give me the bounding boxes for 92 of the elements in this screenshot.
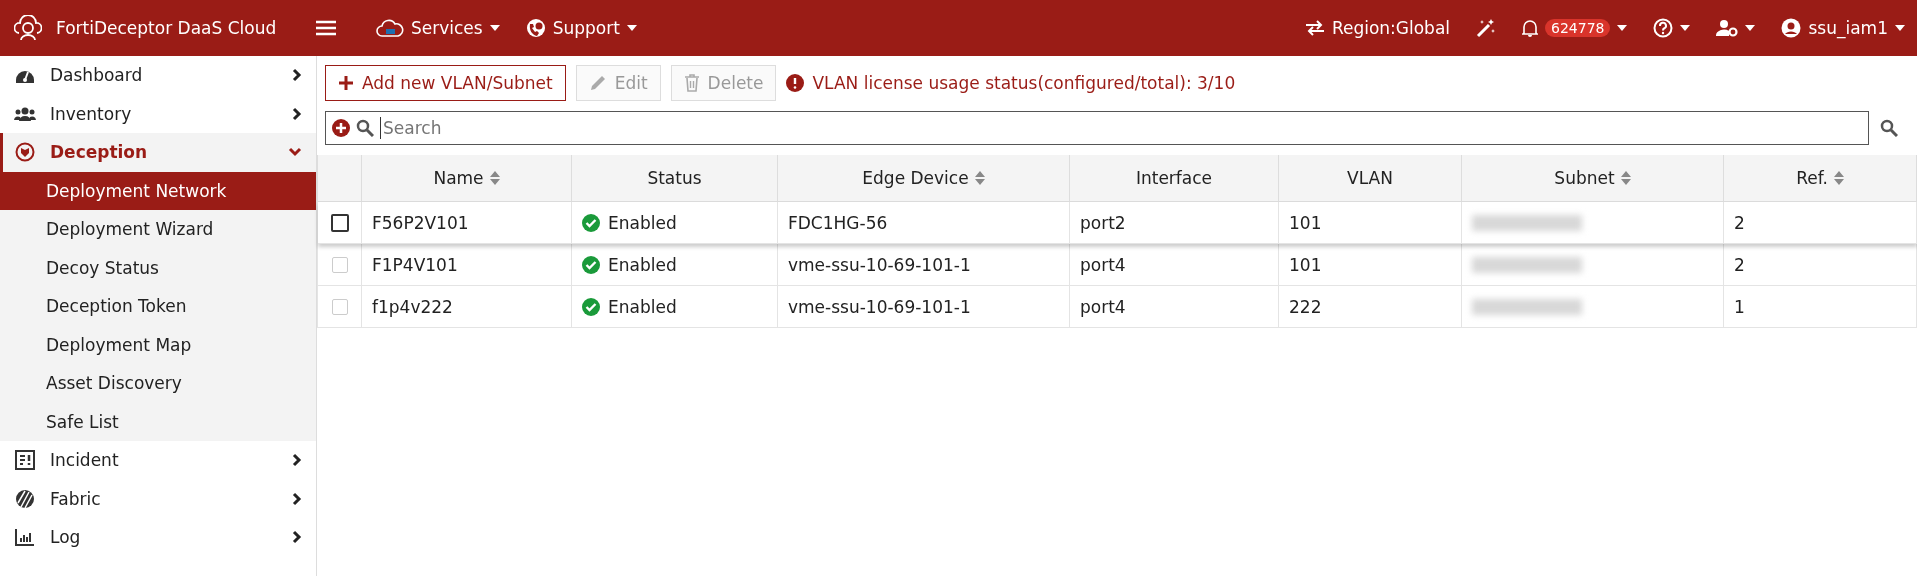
nav-menu[interactable]: Support bbox=[525, 18, 637, 38]
add-filter-icon[interactable] bbox=[332, 119, 350, 137]
plus-icon bbox=[338, 75, 354, 91]
striped-circle-icon bbox=[15, 488, 35, 509]
status-text: Enabled bbox=[608, 254, 677, 275]
sidebar-subitem[interactable]: Safe List bbox=[0, 402, 316, 441]
sort-icon[interactable] bbox=[974, 170, 985, 186]
table-cell: port4 bbox=[1080, 296, 1126, 317]
sidebar-subitem[interactable]: Deployment Map bbox=[0, 325, 316, 364]
column-header[interactable]: Subnet bbox=[1554, 168, 1615, 188]
table-cell: FDC1HG-56 bbox=[788, 212, 888, 233]
table-cell: vme-ssu-10-69-101-1 bbox=[788, 296, 971, 317]
users-icon bbox=[14, 105, 36, 122]
status-text: Enabled bbox=[608, 212, 677, 233]
table-cell: 2 bbox=[1734, 254, 1745, 275]
chevron-right-icon bbox=[292, 453, 302, 468]
column-header[interactable]: Status bbox=[647, 168, 702, 188]
sidebar-subitem[interactable]: Decoy Status bbox=[0, 248, 316, 287]
cloud-icon bbox=[376, 19, 404, 37]
caret-icon bbox=[1895, 25, 1905, 31]
sidebar-subitem[interactable]: Asset Discovery bbox=[0, 364, 316, 403]
mascot-cloud-icon bbox=[14, 15, 42, 41]
chevron-right-icon bbox=[292, 68, 302, 83]
menu-icon[interactable] bbox=[316, 20, 336, 36]
column-header[interactable]: Name bbox=[433, 168, 484, 188]
table-cell: 1 bbox=[1734, 296, 1745, 317]
caret-icon bbox=[1617, 25, 1628, 31]
check-circle-icon bbox=[582, 255, 600, 274]
bar-chart-icon bbox=[15, 528, 35, 547]
help-icon bbox=[1653, 18, 1674, 38]
table-cell: 101 bbox=[1289, 212, 1322, 233]
trash-icon bbox=[683, 74, 700, 92]
sidebar-subitem[interactable]: Deployment Network bbox=[0, 171, 316, 210]
column-header[interactable]: Edge Device bbox=[862, 168, 969, 188]
sidebar-item[interactable]: Deception bbox=[0, 133, 316, 172]
sidebar-item[interactable]: Inventory bbox=[0, 94, 316, 133]
sidebar-item[interactable]: Fabric bbox=[0, 479, 316, 518]
sidebar-subitem[interactable]: Deception Token bbox=[0, 287, 316, 326]
admin-menu[interactable] bbox=[1716, 19, 1756, 37]
search-icon bbox=[356, 119, 374, 137]
sort-icon[interactable] bbox=[1833, 170, 1844, 186]
alert-icon bbox=[786, 74, 805, 92]
check-circle-icon bbox=[582, 213, 600, 232]
table-cell: f1p4v222 bbox=[372, 296, 453, 317]
sidebar-item[interactable]: Log bbox=[0, 518, 316, 557]
sort-icon[interactable] bbox=[489, 170, 500, 186]
table-cell: vme-ssu-10-69-101-1 bbox=[788, 254, 971, 275]
sidebar-item[interactable]: Incident bbox=[0, 441, 316, 480]
swap-arrows-icon bbox=[1304, 20, 1325, 36]
caret-icon bbox=[1745, 25, 1756, 31]
nav-menu[interactable]: Services bbox=[376, 18, 500, 38]
region-link[interactable]: Region:Global bbox=[1304, 18, 1451, 38]
alert-list-icon bbox=[15, 450, 35, 471]
table-cell: F1P4V101 bbox=[372, 254, 458, 275]
notification-count: 624778 bbox=[1545, 19, 1611, 37]
help-menu[interactable] bbox=[1653, 18, 1691, 38]
sidebar-item[interactable]: Dashboard bbox=[0, 56, 316, 95]
support-icon bbox=[525, 18, 546, 38]
column-header[interactable]: Interface bbox=[1135, 168, 1213, 188]
app-title: FortiDeceptor DaaS Cloud bbox=[56, 18, 277, 38]
chevron-right-icon bbox=[292, 491, 302, 506]
pencil-icon bbox=[588, 74, 607, 92]
check-circle-icon bbox=[582, 297, 600, 316]
user-gear-icon bbox=[1716, 19, 1739, 37]
column-header[interactable]: VLAN bbox=[1347, 168, 1393, 188]
table-cell: 222 bbox=[1289, 296, 1322, 317]
magic-wand-icon[interactable] bbox=[1476, 18, 1497, 38]
chevron-right-icon bbox=[292, 530, 302, 545]
column-header[interactable]: Ref. bbox=[1796, 168, 1828, 188]
caret-icon bbox=[1680, 25, 1691, 31]
table-cell: port2 bbox=[1080, 212, 1126, 233]
search-icon bbox=[1880, 119, 1898, 137]
table-cell: port4 bbox=[1080, 254, 1126, 275]
bell-icon bbox=[1522, 19, 1539, 37]
shield-circle-icon bbox=[15, 142, 35, 163]
search-field[interactable]: Search bbox=[325, 111, 1869, 145]
toolbar-button[interactable]: Add new VLAN/Subnet bbox=[325, 65, 566, 101]
notifications-menu[interactable]: 624778 bbox=[1522, 19, 1628, 37]
caret-icon bbox=[626, 25, 637, 31]
user-avatar-icon bbox=[1781, 18, 1802, 38]
sidebar-subitem[interactable]: Deployment Wizard bbox=[0, 210, 316, 249]
user-menu[interactable]: ssu_iam1 bbox=[1781, 18, 1905, 38]
row-checkbox[interactable] bbox=[330, 213, 349, 232]
chevron-right-icon bbox=[292, 106, 302, 121]
chevron-down-icon bbox=[288, 147, 302, 158]
license-status: VLAN license usage status(configured/total): 3/10 bbox=[812, 73, 1236, 93]
table-cell: 2 bbox=[1734, 212, 1745, 233]
status-text: Enabled bbox=[608, 296, 677, 317]
sort-icon[interactable] bbox=[1620, 170, 1631, 186]
caret-icon bbox=[489, 25, 500, 31]
table-cell: F56P2V101 bbox=[372, 212, 469, 233]
table-cell: 101 bbox=[1289, 254, 1322, 275]
